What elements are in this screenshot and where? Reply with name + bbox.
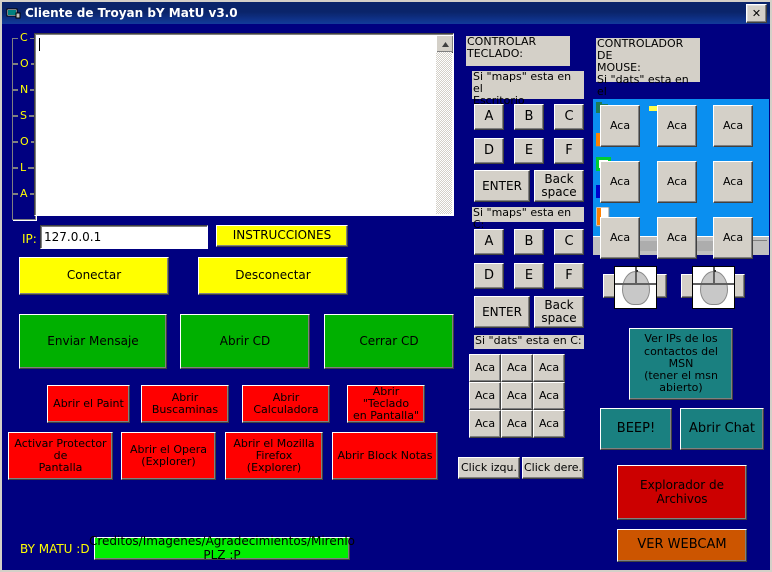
send-message-button[interactable]: Enviar Mensaje (19, 314, 167, 369)
app-icon (5, 5, 21, 21)
window-title: Cliente de Troyan bY MatU v3.0 (25, 6, 238, 20)
ip-label: IP: (22, 232, 37, 246)
disconnect-button[interactable]: Desconectar (198, 257, 348, 295)
mouse-cell-1-0[interactable]: Aca (600, 161, 640, 203)
ip-input[interactable]: 127.0.0.1 (40, 225, 208, 249)
key-e-desktop[interactable]: E (514, 138, 544, 164)
console-scrollbar[interactable] (436, 35, 453, 214)
beep-button[interactable]: BEEP! (600, 408, 672, 450)
text-caret (39, 38, 40, 51)
instructions-button[interactable]: INSTRUCCIONES (216, 225, 348, 247)
mouse-image-left (614, 266, 657, 309)
dats-c-cell-1-1[interactable]: Aca (501, 382, 533, 410)
mouse-divider-horizontal (615, 283, 656, 286)
credits-button[interactable]: Creditos/Imagenes/Agradecimientos/Mirenl… (89, 534, 355, 561)
activate-screensaver-button[interactable]: Activar Protector de Pantalla (8, 432, 113, 480)
mouse-cell-2-0[interactable]: Aca (600, 217, 640, 259)
title-bar: Cliente de Troyan bY MatU v3.0 ✕ (2, 2, 770, 24)
console-frame-caption: A (18, 187, 30, 200)
left-click-button[interactable]: Click izqu. (458, 457, 520, 479)
key-f-drivec[interactable]: F (554, 263, 584, 289)
dats-c-cell-0-0[interactable]: Aca (469, 354, 501, 382)
dats-c-cell-0-1[interactable]: Aca (501, 354, 533, 382)
dats-c-cell-1-2[interactable]: Aca (533, 382, 565, 410)
console-output[interactable] (34, 33, 454, 216)
key-d-desktop[interactable]: D (474, 138, 504, 164)
close-button[interactable]: ✕ (746, 3, 767, 23)
key-backspace-drivec[interactable]: Back space (534, 296, 584, 328)
open-opera-button[interactable]: Abrir el Opera (Explorer) (121, 432, 216, 480)
open-notepad-button[interactable]: Abrir Block Notas (332, 432, 438, 480)
console-frame-caption: L (18, 161, 29, 174)
keyboard-panel-title: CONTROLAR TECLADO: (466, 36, 570, 66)
console-frame-caption: N (18, 83, 31, 96)
open-firefox-button[interactable]: Abrir el Mozilla Firefox (Explorer) (225, 432, 323, 480)
dats-c-cell-2-1[interactable]: Aca (501, 410, 533, 438)
view-msn-contacts-ips-button[interactable]: Ver IPs de los contactos del MSN (tener … (629, 328, 733, 400)
open-chat-button[interactable]: Abrir Chat (680, 408, 764, 450)
scrollbar-trough[interactable] (436, 52, 452, 214)
mouse-cell-2-2[interactable]: Aca (713, 217, 753, 259)
dats-c-cell-2-0[interactable]: Aca (469, 410, 501, 438)
console-frame-caption: O (18, 57, 31, 70)
mouse-cell-1-1[interactable]: Aca (657, 161, 697, 203)
key-backspace-desktop[interactable]: Back space (534, 170, 584, 202)
mouse-cell-0-0[interactable]: Aca (600, 105, 640, 147)
mouse-cell-0-2[interactable]: Aca (713, 105, 753, 147)
console-frame-caption: O (18, 135, 31, 148)
key-e-drivec[interactable]: E (514, 263, 544, 289)
key-c-drivec[interactable]: C (554, 229, 584, 255)
scroll-up-icon[interactable] (436, 35, 453, 53)
author-credit: BY MATU :D (20, 542, 90, 556)
key-a-desktop[interactable]: A (474, 104, 504, 130)
right-click-button[interactable]: Click dere. (522, 457, 584, 479)
open-onscreen-keyboard-button[interactable]: Abrir "Teclado en Pantalla" (347, 385, 425, 423)
open-calculator-button[interactable]: Abrir Calculadora (242, 385, 330, 423)
key-b-drivec[interactable]: B (514, 229, 544, 255)
file-explorer-button[interactable]: Explorador de Archivos (617, 465, 747, 520)
key-enter-desktop[interactable]: ENTER (474, 170, 530, 202)
console-frame-caption: C (18, 31, 30, 44)
dats-c-cell-0-2[interactable]: Aca (533, 354, 565, 382)
dats-c-cell-2-2[interactable]: Aca (533, 410, 565, 438)
console-frame-letter-6: A (12, 188, 36, 220)
mouse-panel-title: CONTROLADOR DE MOUSE: Si "dats" esta en … (596, 38, 700, 109)
key-enter-drivec[interactable]: ENTER (474, 296, 530, 328)
key-d-drivec[interactable]: D (474, 263, 504, 289)
open-minesweeper-button[interactable]: Abrir Buscaminas (141, 385, 229, 423)
key-b-desktop[interactable]: B (514, 104, 544, 130)
key-a-drivec[interactable]: A (474, 229, 504, 255)
connect-button[interactable]: Conectar (19, 257, 169, 295)
open-paint-button[interactable]: Abrir el Paint (47, 385, 130, 423)
mouse-top-dot (635, 270, 638, 272)
application-window: Cliente de Troyan bY MatU v3.0 ✕ C O N S… (0, 0, 772, 572)
key-c-desktop[interactable]: C (554, 104, 584, 130)
console-frame-caption: S (18, 109, 29, 122)
close-cd-button[interactable]: Cerrar CD (324, 314, 454, 369)
keyboard-section2-label: Si "maps" esta en C: (472, 207, 584, 230)
key-f-desktop[interactable]: F (554, 138, 584, 164)
mouse-cell-2-1[interactable]: Aca (657, 217, 697, 259)
mouse-cell-1-2[interactable]: Aca (713, 161, 753, 203)
mouse-divider-horizontal (693, 283, 734, 286)
dats-c-label: Si "dats" esta en C: (474, 335, 584, 349)
mouse-cell-0-1[interactable]: Aca (657, 105, 697, 147)
open-cd-button[interactable]: Abrir CD (180, 314, 310, 369)
keyboard-section1-label: Si "maps" esta en el Escritorio (472, 71, 584, 106)
mouse-top-dot (713, 270, 716, 272)
view-webcam-button[interactable]: VER WEBCAM (617, 529, 747, 562)
mouse-image-right (692, 266, 735, 309)
dats-c-cell-1-0[interactable]: Aca (469, 382, 501, 410)
